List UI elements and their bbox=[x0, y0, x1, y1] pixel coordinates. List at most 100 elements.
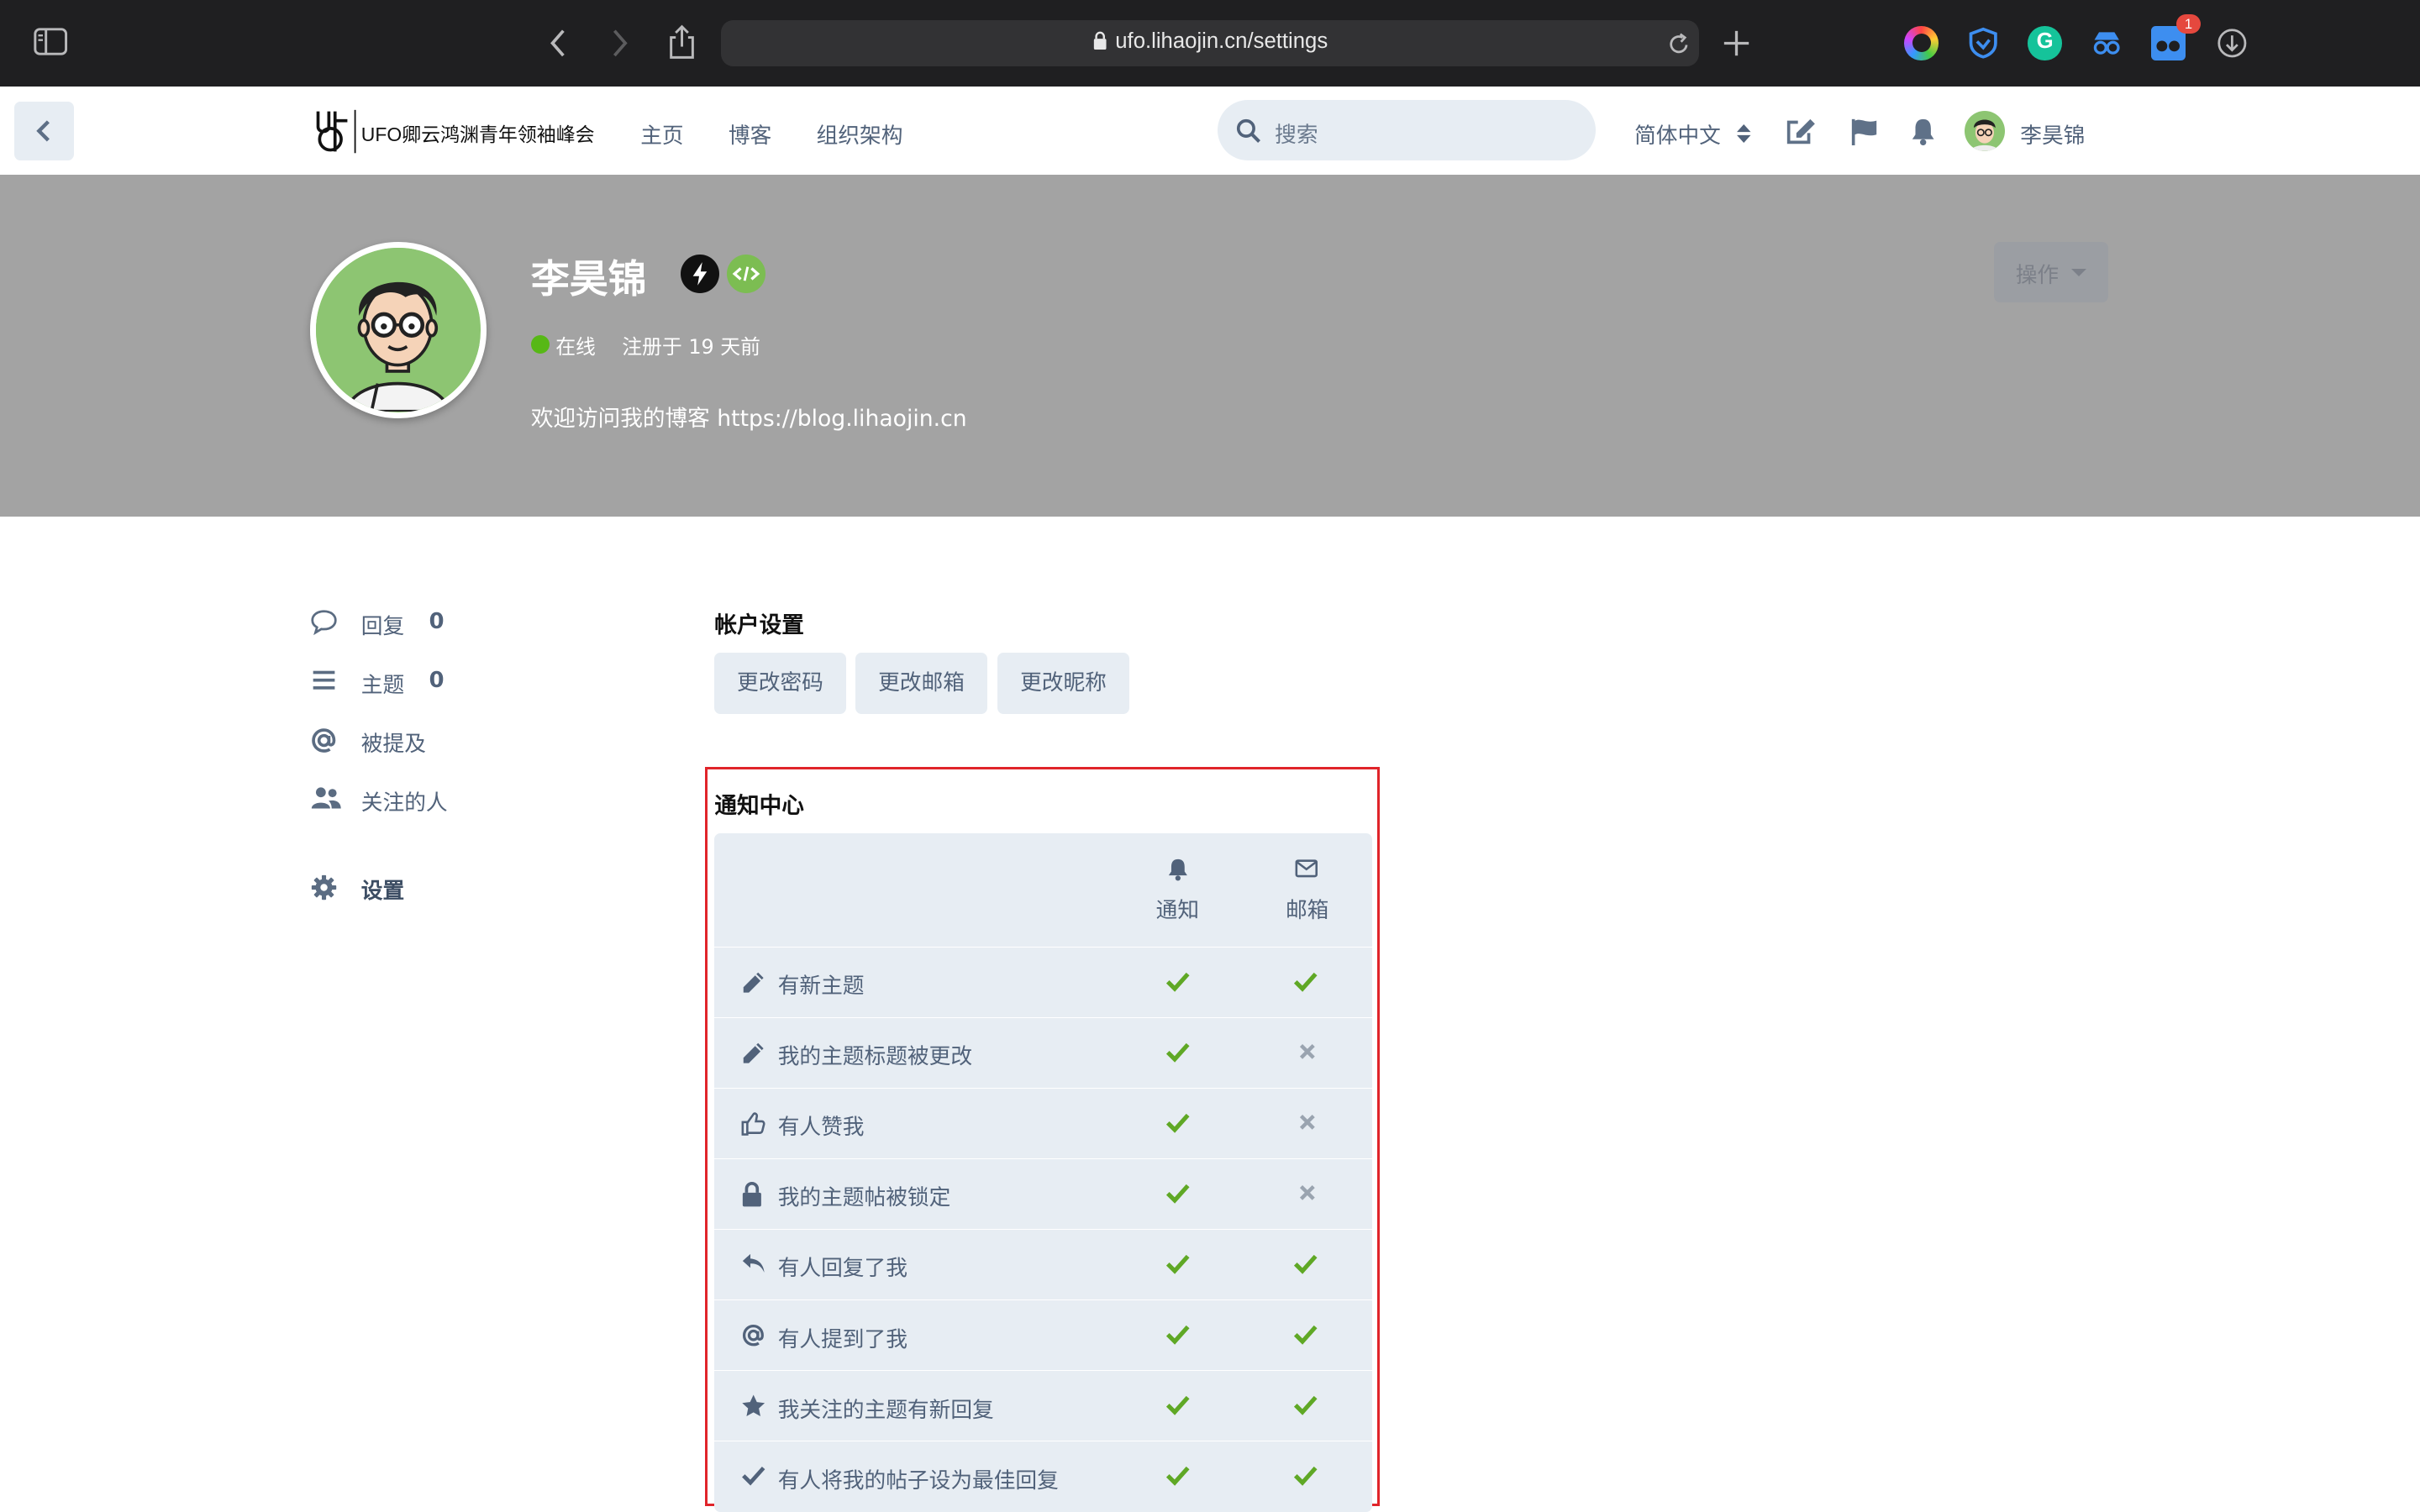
extension-badge: 1 bbox=[2175, 13, 2202, 34]
search-input[interactable]: 搜索 bbox=[1218, 100, 1597, 160]
email-disabled-x-icon[interactable] bbox=[1297, 1182, 1318, 1204]
back-button[interactable] bbox=[13, 102, 75, 160]
forward-nav-icon[interactable] bbox=[608, 28, 630, 59]
nav-organization[interactable]: 组织架构 bbox=[817, 118, 903, 150]
site-name[interactable]: UFO卿云鸿渊青年领袖峰会 bbox=[361, 118, 595, 147]
email-disabled-x-icon[interactable] bbox=[1297, 1041, 1318, 1063]
change-nickname-button[interactable]: 更改昵称 bbox=[997, 652, 1130, 715]
sidebar-item-label: 回复 bbox=[360, 614, 405, 640]
notify-enabled-check-icon[interactable] bbox=[1165, 970, 1190, 992]
actions-label: 操作 bbox=[2015, 262, 2060, 288]
notification-table-header: 通知 邮箱 bbox=[714, 833, 1372, 948]
flag-icon[interactable] bbox=[1850, 118, 1878, 145]
notification-row-label: 有人回复了我 bbox=[777, 1256, 908, 1282]
users-icon bbox=[310, 785, 343, 810]
change-email-button[interactable]: 更改邮箱 bbox=[855, 652, 988, 715]
lock-icon bbox=[1092, 31, 1107, 50]
grammarly-icon[interactable]: G bbox=[2028, 26, 2062, 60]
address-bar[interactable]: ufo.lihaojin.cn/settings bbox=[720, 19, 1700, 66]
at-icon bbox=[310, 727, 338, 754]
search-icon bbox=[1236, 118, 1261, 144]
notify-enabled-check-icon[interactable] bbox=[1165, 1252, 1190, 1275]
notification-center-title: 通知中心 bbox=[714, 792, 804, 819]
email-enabled-check-icon[interactable] bbox=[1293, 1464, 1318, 1487]
actions-dropdown-button[interactable]: 操作 bbox=[1994, 242, 2108, 302]
browser-toolbar: ufo.lihaojin.cn/settings G 1 bbox=[0, 0, 2420, 87]
color-extension-icon[interactable] bbox=[1904, 26, 1939, 60]
notification-row: 我的主题标题被更改 bbox=[714, 1018, 1372, 1089]
nav-blog[interactable]: 博客 bbox=[729, 118, 771, 150]
profile-avatar[interactable] bbox=[310, 242, 487, 418]
notify-enabled-check-icon[interactable] bbox=[1165, 1111, 1190, 1133]
pencil-icon bbox=[741, 970, 765, 995]
sidebar-toggle-icon[interactable] bbox=[34, 28, 68, 55]
email-enabled-check-icon[interactable] bbox=[1293, 1323, 1318, 1346]
notify-enabled-check-icon[interactable] bbox=[1165, 1041, 1190, 1063]
notification-row: 有人回复了我 bbox=[714, 1230, 1372, 1300]
nav-home[interactable]: 主页 bbox=[640, 118, 683, 150]
email-enabled-check-icon[interactable] bbox=[1293, 970, 1318, 992]
online-status: 在线 bbox=[555, 335, 596, 360]
join-date: 注册于 19 天前 bbox=[622, 335, 761, 360]
user-avatar-small[interactable] bbox=[1965, 111, 2005, 151]
notification-row-label: 有人将我的帖子设为最佳回复 bbox=[777, 1467, 1059, 1494]
notification-row: 我关注的主题有新回复 bbox=[714, 1371, 1372, 1441]
star-icon bbox=[741, 1394, 765, 1418]
header-username[interactable]: 李昊锦 bbox=[2020, 118, 2085, 150]
list-icon bbox=[310, 668, 338, 692]
notification-row-label: 我关注的主题有新回复 bbox=[777, 1397, 994, 1423]
envelope-icon bbox=[1295, 858, 1318, 878]
sidebar-item-label: 设置 bbox=[360, 878, 405, 904]
comment-icon bbox=[310, 609, 338, 636]
site-header: UFO卿云鸿渊青年领袖峰会 主页 博客 组织架构 搜索 简体中文 李昊锦 bbox=[0, 86, 2420, 175]
column-notify: 通知 bbox=[1155, 898, 1200, 924]
new-tab-icon[interactable] bbox=[1723, 29, 1750, 57]
sidebar-item-label: 关注的人 bbox=[360, 790, 448, 816]
notify-enabled-check-icon[interactable] bbox=[1165, 1464, 1190, 1487]
bell-icon bbox=[1167, 858, 1189, 881]
notification-row-label: 我的主题标题被更改 bbox=[777, 1044, 973, 1070]
edit-icon[interactable] bbox=[1786, 118, 1817, 145]
notify-enabled-check-icon[interactable] bbox=[1165, 1394, 1190, 1416]
notification-row: 有人赞我 bbox=[714, 1089, 1372, 1159]
site-logo-icon[interactable] bbox=[313, 108, 356, 155]
code-badge-icon bbox=[727, 255, 765, 293]
back-nav-icon[interactable] bbox=[548, 28, 570, 59]
sidebar-item-count: 0 bbox=[429, 668, 445, 694]
notification-row: 有新主题 bbox=[714, 948, 1372, 1018]
language-select[interactable]: 简体中文 bbox=[1634, 118, 1751, 150]
share-icon[interactable] bbox=[668, 24, 696, 60]
shield-extension-icon[interactable] bbox=[1966, 26, 2000, 60]
online-status-dot bbox=[530, 334, 550, 354]
column-email: 邮箱 bbox=[1285, 898, 1329, 924]
notify-enabled-check-icon[interactable] bbox=[1165, 1323, 1190, 1346]
email-enabled-check-icon[interactable] bbox=[1293, 1252, 1318, 1275]
profile-name: 李昊锦 bbox=[530, 255, 647, 302]
check-icon bbox=[741, 1464, 765, 1486]
lock-icon bbox=[741, 1182, 763, 1207]
url-text: ufo.lihaojin.cn/settings bbox=[721, 29, 1699, 54]
notify-enabled-check-icon[interactable] bbox=[1165, 1182, 1190, 1205]
email-disabled-x-icon[interactable] bbox=[1297, 1111, 1318, 1133]
search-placeholder: 搜索 bbox=[1275, 122, 1318, 148]
notification-rows: 有新主题 我的主题标题被更改 有人赞我 我的主题帖被锁定 有人回复了我 有人提到了我 我关注… bbox=[714, 948, 1372, 1512]
bell-icon[interactable] bbox=[1911, 118, 1935, 145]
change-password-button[interactable]: 更改密码 bbox=[714, 652, 846, 715]
spy-extension-icon[interactable] bbox=[2090, 26, 2123, 60]
sort-icon bbox=[1737, 124, 1751, 144]
notification-row: 有人提到了我 bbox=[714, 1300, 1372, 1371]
reload-icon[interactable] bbox=[1668, 31, 1690, 55]
notification-row-label: 有人赞我 bbox=[777, 1115, 865, 1141]
thumbs-up-icon bbox=[741, 1111, 765, 1137]
email-enabled-check-icon[interactable] bbox=[1293, 1394, 1318, 1416]
notification-row-label: 有新主题 bbox=[777, 974, 865, 1000]
downloads-icon[interactable] bbox=[2217, 28, 2248, 59]
chevron-left-icon bbox=[35, 120, 50, 142]
gear-icon bbox=[310, 874, 338, 901]
at-icon bbox=[741, 1323, 765, 1347]
notification-row-label: 有人提到了我 bbox=[777, 1326, 908, 1352]
notification-row: 有人将我的帖子设为最佳回复 bbox=[714, 1441, 1371, 1512]
sidebar-item-label: 被提及 bbox=[360, 732, 426, 758]
notification-table: 通知 邮箱 有新主题 我的主题标题被更改 有人赞我 我的主题帖被锁定 有人回复了我 有人提… bbox=[714, 832, 1372, 1512]
reply-icon bbox=[741, 1252, 765, 1276]
